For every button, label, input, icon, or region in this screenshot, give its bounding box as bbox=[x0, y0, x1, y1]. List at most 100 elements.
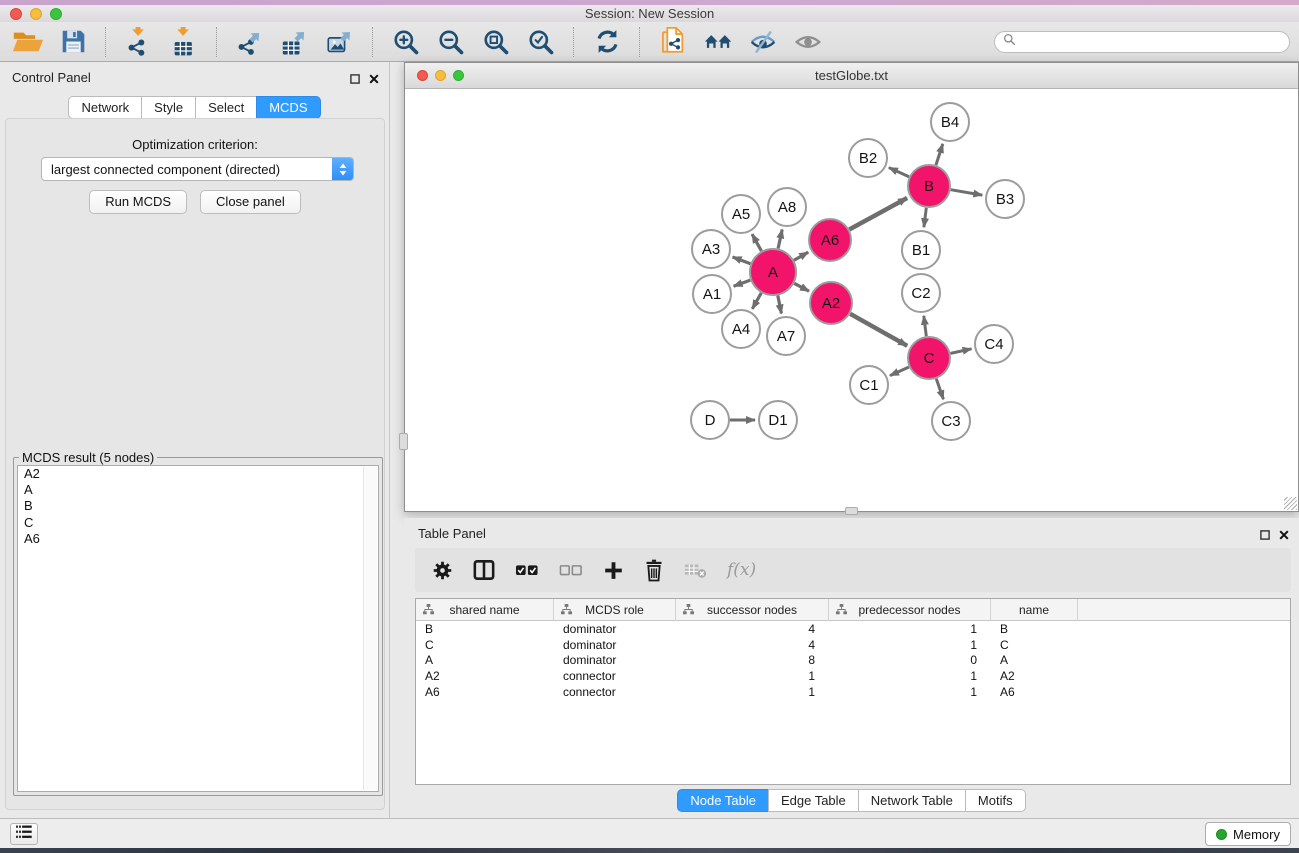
node-B2[interactable]: B2 bbox=[849, 139, 887, 177]
edge-A-A6[interactable] bbox=[794, 252, 808, 260]
node-D[interactable]: D bbox=[691, 401, 729, 439]
tab-network-table[interactable]: Network Table bbox=[858, 789, 965, 812]
zoom-in-icon[interactable] bbox=[390, 26, 422, 58]
table-cell[interactable]: 1 bbox=[676, 685, 829, 699]
node-A4[interactable]: A4 bbox=[722, 310, 760, 348]
table-row[interactable]: Adominator80A bbox=[416, 652, 1290, 668]
node-A[interactable]: A bbox=[750, 249, 796, 295]
column-header-shared-name[interactable]: shared name bbox=[416, 599, 554, 621]
task-history-button[interactable] bbox=[10, 823, 38, 845]
edge-A-A2[interactable] bbox=[794, 283, 809, 291]
result-item[interactable]: A6 bbox=[18, 531, 378, 547]
divider-handle-left[interactable] bbox=[399, 433, 408, 450]
edge-A-A8[interactable] bbox=[778, 230, 782, 249]
node-B1[interactable]: B1 bbox=[902, 231, 940, 269]
export-image-icon[interactable] bbox=[324, 26, 356, 58]
resize-grip-icon[interactable] bbox=[1284, 497, 1297, 510]
delete-table-icon[interactable] bbox=[684, 562, 707, 579]
divider-handle-bottom[interactable] bbox=[845, 507, 858, 515]
node-B4[interactable]: B4 bbox=[931, 103, 969, 141]
edge-A6-B[interactable] bbox=[849, 198, 907, 230]
table-cell[interactable]: 4 bbox=[676, 622, 829, 636]
result-item[interactable]: A bbox=[18, 482, 378, 498]
table-cell[interactable]: 1 bbox=[829, 638, 991, 652]
edge-A2-C[interactable] bbox=[850, 314, 907, 346]
table-cell[interactable]: C bbox=[991, 638, 1078, 652]
network-zoom-button[interactable] bbox=[453, 70, 464, 81]
import-table-icon[interactable] bbox=[168, 26, 200, 58]
mcds-result-list[interactable]: A2ABCA6 bbox=[17, 465, 379, 792]
tab-node-table[interactable]: Node Table bbox=[677, 789, 768, 812]
table-row[interactable]: A2connector11A2 bbox=[416, 668, 1290, 684]
tab-style[interactable]: Style bbox=[141, 96, 195, 119]
float-panel-icon[interactable] bbox=[350, 71, 360, 89]
node-A8[interactable]: A8 bbox=[768, 188, 806, 226]
select-all-icon[interactable] bbox=[515, 559, 539, 581]
node-A2[interactable]: A2 bbox=[810, 282, 852, 324]
column-header-name[interactable]: name bbox=[991, 599, 1078, 621]
zoom-selected-icon[interactable] bbox=[525, 26, 557, 58]
edge-B-B1[interactable] bbox=[924, 208, 926, 227]
table-cell[interactable]: B bbox=[416, 622, 554, 636]
hide-selected-icon[interactable] bbox=[747, 26, 779, 58]
close-panel-icon[interactable] bbox=[369, 71, 379, 89]
columns-icon[interactable] bbox=[473, 559, 495, 581]
search-box[interactable] bbox=[994, 31, 1290, 53]
zoom-out-icon[interactable] bbox=[435, 26, 467, 58]
float-table-panel-icon[interactable] bbox=[1260, 527, 1270, 545]
zoom-fit-icon[interactable] bbox=[480, 26, 512, 58]
network-window-titlebar[interactable]: testGlobe.txt bbox=[405, 63, 1298, 89]
table-cell[interactable]: B bbox=[991, 622, 1078, 636]
memory-button[interactable]: Memory bbox=[1205, 822, 1291, 846]
tab-motifs[interactable]: Motifs bbox=[965, 789, 1026, 812]
table-cell[interactable]: 1 bbox=[829, 685, 991, 699]
close-window-button[interactable] bbox=[10, 8, 22, 20]
table-cell[interactable]: A bbox=[991, 653, 1078, 667]
function-builder-button[interactable]: f(x) bbox=[727, 560, 756, 580]
import-network-icon[interactable] bbox=[123, 26, 155, 58]
table-cell[interactable]: dominator bbox=[554, 653, 676, 667]
node-table[interactable]: shared nameMCDS rolesuccessor nodesprede… bbox=[415, 598, 1291, 785]
node-A6[interactable]: A6 bbox=[809, 219, 851, 261]
table-cell[interactable]: connector bbox=[554, 669, 676, 683]
edge-A-A1[interactable] bbox=[734, 280, 751, 286]
open-session-icon[interactable] bbox=[12, 26, 44, 58]
edge-C-C1[interactable] bbox=[890, 367, 909, 376]
run-mcds-button[interactable]: Run MCDS bbox=[89, 190, 187, 214]
table-cell[interactable]: A2 bbox=[416, 669, 554, 683]
network-close-button[interactable] bbox=[417, 70, 428, 81]
network-canvas[interactable]: B4B2BB3A5A8A6A3B1AA1C2A2A4A7C4CC1C3DD1 bbox=[405, 89, 1298, 511]
table-cell[interactable]: dominator bbox=[554, 622, 676, 636]
export-network-icon[interactable] bbox=[234, 26, 266, 58]
tab-mcds[interactable]: MCDS bbox=[256, 96, 320, 119]
deselect-all-icon[interactable] bbox=[559, 559, 583, 581]
table-cell[interactable]: dominator bbox=[554, 638, 676, 652]
column-header-predecessor-nodes[interactable]: predecessor nodes bbox=[829, 599, 991, 621]
edge-B-B2[interactable] bbox=[889, 168, 909, 177]
export-table-icon[interactable] bbox=[279, 26, 311, 58]
tab-select[interactable]: Select bbox=[195, 96, 256, 119]
node-A3[interactable]: A3 bbox=[692, 230, 730, 268]
tab-network[interactable]: Network bbox=[68, 96, 141, 119]
table-cell[interactable]: A bbox=[416, 653, 554, 667]
edge-A-A5[interactable] bbox=[752, 234, 761, 251]
edge-A-A7[interactable] bbox=[778, 296, 782, 314]
table-cell[interactable]: C bbox=[416, 638, 554, 652]
column-header-MCDS-role[interactable]: MCDS role bbox=[554, 599, 676, 621]
delete-row-icon[interactable] bbox=[644, 559, 664, 582]
gear-icon[interactable] bbox=[432, 560, 453, 581]
edge-C-C4[interactable] bbox=[951, 349, 972, 354]
node-B[interactable]: B bbox=[908, 165, 950, 207]
node-C3[interactable]: C3 bbox=[932, 402, 970, 440]
edge-B-B4[interactable] bbox=[936, 144, 943, 165]
column-header-successor-nodes[interactable]: successor nodes bbox=[676, 599, 829, 621]
table-cell[interactable]: 8 bbox=[676, 653, 829, 667]
criterion-dropdown[interactable]: largest connected component (directed) bbox=[41, 157, 354, 181]
network-minimize-button[interactable] bbox=[435, 70, 446, 81]
edge-A-A4[interactable] bbox=[752, 293, 761, 309]
node-C4[interactable]: C4 bbox=[975, 325, 1013, 363]
tab-edge-table[interactable]: Edge Table bbox=[768, 789, 858, 812]
node-A1[interactable]: A1 bbox=[693, 275, 731, 313]
minimize-window-button[interactable] bbox=[30, 8, 42, 20]
result-scrollbar[interactable] bbox=[363, 467, 377, 790]
